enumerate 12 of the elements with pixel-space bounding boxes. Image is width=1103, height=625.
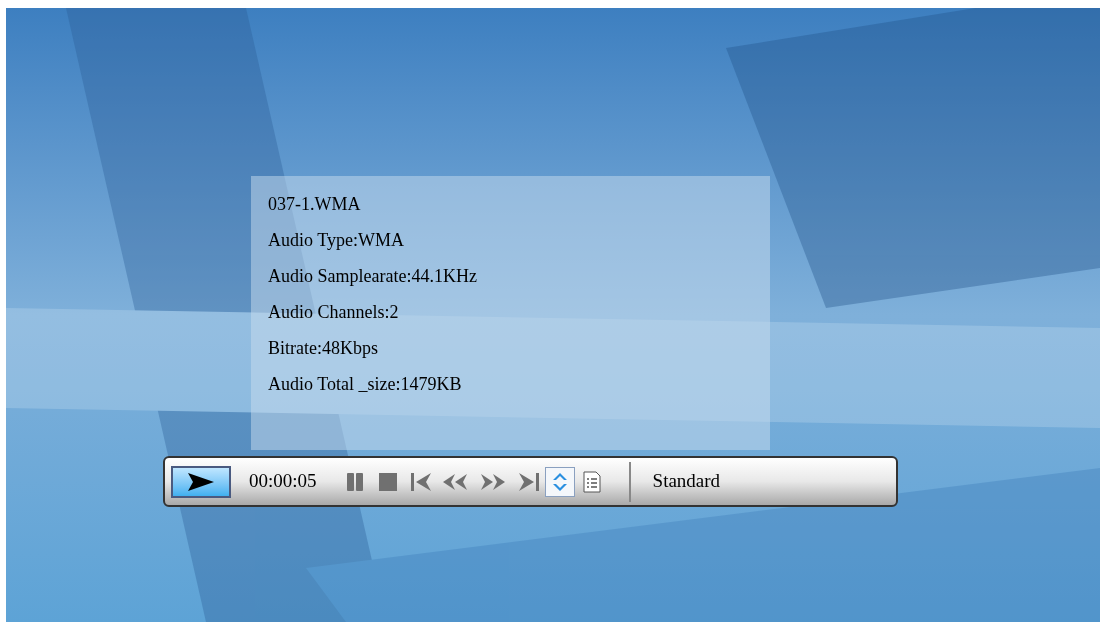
info-text: Audio Total _size:1479KB	[268, 373, 463, 396]
info-text: 037-1.WMA	[268, 193, 362, 216]
info-text: Audio Samplearate:44.1KHz	[268, 265, 478, 288]
repeat-button[interactable]	[544, 466, 575, 497]
info-text: Bitrate:48Kbps	[268, 337, 379, 360]
mode-label: Standard	[652, 469, 721, 494]
info-text: Audio Channels:2	[268, 301, 400, 324]
play-icon	[187, 471, 215, 492]
list-document-icon	[580, 469, 603, 494]
play-button[interactable]	[171, 465, 231, 498]
time-display: 00:00:05	[249, 469, 317, 494]
info-text: Audio Type:WMA	[268, 229, 405, 252]
